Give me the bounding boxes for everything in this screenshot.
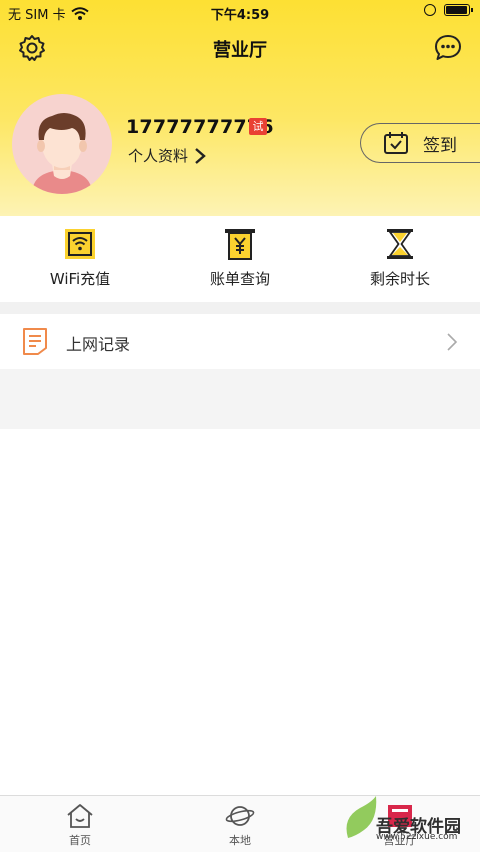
chevron-right-icon: [195, 147, 206, 164]
tab-local[interactable]: 本地: [160, 796, 320, 852]
hourglass-icon: [387, 229, 413, 259]
document-lines-icon: [23, 328, 47, 355]
internet-records-row[interactable]: 上网记录: [0, 314, 480, 369]
status-right: [424, 4, 473, 16]
blank-section: [0, 369, 480, 429]
orientation-lock-icon: [424, 4, 436, 16]
watermark-url: www.52zixue.com: [376, 832, 458, 842]
wifi-card-icon: [65, 229, 95, 259]
quick-actions: WiFi充值 账单查询 剩余时长: [0, 216, 480, 302]
profile-link[interactable]: 个人资料: [128, 145, 206, 166]
nav-bar: 营业厅: [0, 26, 480, 70]
watermark: 吾爱软件园 www.52zixue.com: [346, 794, 474, 844]
quick-action-label: WiFi充值: [49, 270, 111, 288]
page-title: 营业厅: [213, 40, 267, 61]
quick-action-remaining-time[interactable]: 剩余时长: [320, 216, 480, 302]
battery-level: [446, 6, 467, 14]
profile-link-label: 个人资料: [128, 147, 189, 165]
section-divider: [0, 302, 480, 314]
checkin-button[interactable]: 签到: [360, 123, 480, 163]
avatar[interactable]: [12, 94, 112, 194]
tab-home[interactable]: 首页: [0, 796, 160, 852]
quick-action-label: 剩余时长: [369, 270, 430, 288]
trial-badge: 试: [249, 118, 267, 135]
tab-label: 本地: [229, 834, 251, 847]
messages-button[interactable]: [432, 32, 464, 64]
quick-action-bill-query[interactable]: 账单查询: [160, 216, 320, 302]
status-bar: 无 SIM 卡 下午4:59: [0, 0, 480, 24]
avatar-illustration: [32, 113, 92, 194]
yuan-bill-icon: [225, 229, 255, 260]
calendar-check-icon: [384, 132, 408, 154]
checkin-label: 签到: [423, 135, 457, 156]
status-time: 下午4:59: [210, 8, 270, 23]
tab-label: 首页: [69, 834, 91, 847]
leaf-logo-icon: [346, 796, 377, 838]
battery-icon: [444, 4, 473, 16]
quick-action-wifi-recharge[interactable]: WiFi充值: [0, 216, 160, 302]
internet-records-label: 上网记录: [66, 335, 131, 354]
home-icon: [67, 804, 93, 828]
chevron-right-icon: [447, 333, 458, 351]
quick-action-label: 账单查询: [209, 270, 270, 288]
chat-bubble-icon: [435, 35, 461, 60]
planet-icon: [225, 806, 255, 826]
